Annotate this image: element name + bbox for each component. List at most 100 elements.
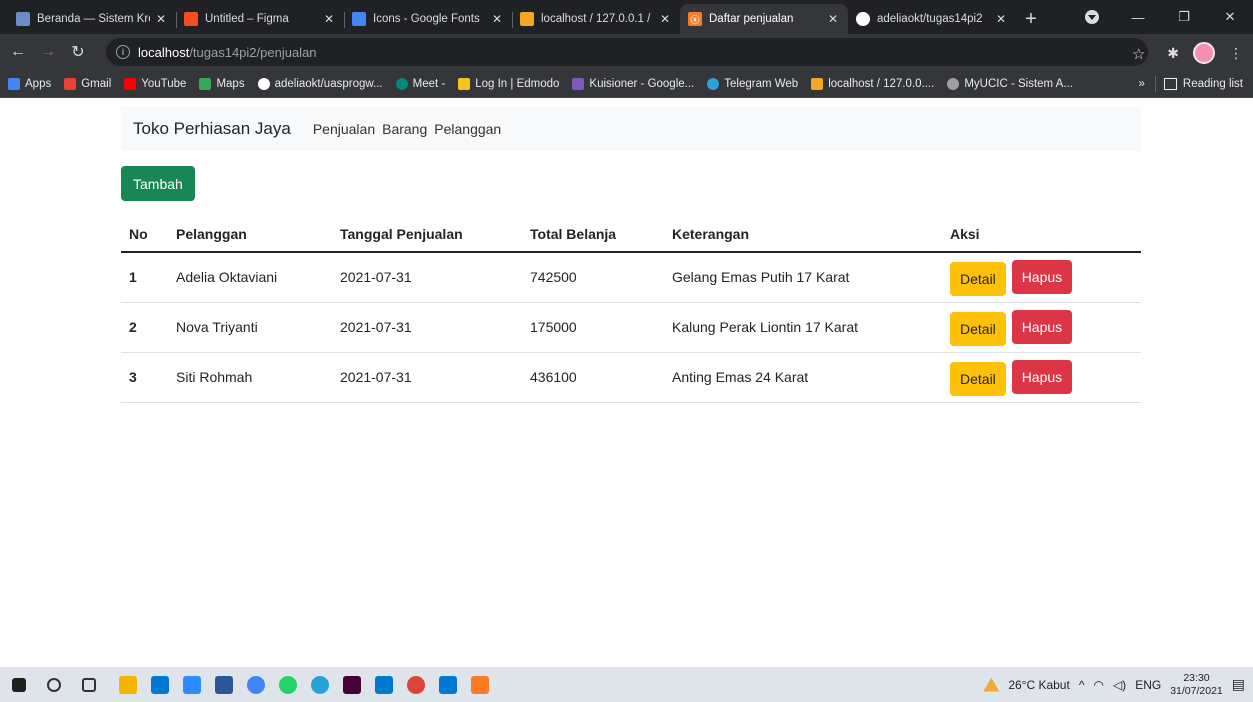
- row-number: 1: [121, 252, 168, 303]
- delete-button[interactable]: Hapus: [1011, 360, 1073, 394]
- maps-icon: [199, 77, 212, 90]
- profile-avatar[interactable]: [1193, 42, 1215, 64]
- menu-kebab-icon[interactable]: ⋮: [1229, 45, 1243, 62]
- clock-time: 23:30: [1183, 671, 1210, 684]
- chrome-active-icon[interactable]: [407, 675, 425, 694]
- clock-date: 31/07/2021: [1170, 684, 1223, 697]
- forward-arrow-icon[interactable]: →: [36, 43, 60, 61]
- close-icon[interactable]: ✕: [826, 12, 840, 26]
- extensions-puzzle-icon[interactable]: ✱: [1167, 45, 1179, 62]
- add-button[interactable]: Tambah: [121, 166, 195, 201]
- figma-icon: [184, 12, 198, 26]
- actions-cell: Detail Hapus: [942, 302, 1141, 353]
- tab-google-fonts[interactable]: Icons - Google Fonts ✕: [344, 4, 512, 34]
- bookmark-kuisioner[interactable]: Kuisioner - Google...: [572, 77, 695, 90]
- bookmark-github[interactable]: adeliaokt/uasprogw...: [257, 77, 383, 90]
- address-bar[interactable]: i localhost/tugas14pi2/penjualan: [106, 38, 1148, 66]
- minimize-icon[interactable]: —: [1115, 10, 1161, 25]
- tab-search-icon[interactable]: [1085, 10, 1099, 24]
- chevron-up-icon[interactable]: ^: [1079, 678, 1085, 692]
- bookmark-phpmyadmin[interactable]: localhost / 127.0.0....: [811, 77, 934, 90]
- bookmark-label: Kuisioner - Google...: [589, 77, 695, 90]
- zoom-icon[interactable]: [183, 675, 201, 694]
- bookmark-meet[interactable]: Meet -: [395, 77, 445, 90]
- detail-button[interactable]: Detail: [950, 262, 1006, 297]
- tab-title: Daftar penjualan: [709, 13, 794, 25]
- info-icon[interactable]: i: [116, 45, 130, 59]
- xampp-icon[interactable]: [471, 675, 489, 694]
- tab-phpmyadmin[interactable]: localhost / 127.0.0.1 / ✕: [512, 4, 680, 34]
- column-header-total: Total Belanja: [522, 216, 664, 253]
- new-tab-button[interactable]: +: [1016, 4, 1046, 34]
- delete-button[interactable]: Hapus: [1011, 260, 1073, 295]
- google-forms-icon: [572, 77, 585, 90]
- tab-title: localhost / 127.0.0.1 /: [541, 13, 651, 25]
- wifi-icon[interactable]: ◠: [1093, 678, 1103, 692]
- sales-table: No Pelanggan Tanggal Penjualan Total Bel…: [121, 216, 1141, 403]
- table-row: 1 Adelia Oktaviani 2021-07-31 742500 Gel…: [121, 252, 1141, 303]
- chrome-icon[interactable]: [247, 675, 265, 694]
- telegram-icon[interactable]: [311, 675, 329, 694]
- tab-daftar-penjualan[interactable]: ⓧ Daftar penjualan ✕: [680, 4, 848, 34]
- bookmark-youtube[interactable]: YouTube: [124, 77, 186, 90]
- close-icon[interactable]: ✕: [154, 12, 168, 26]
- youtube-icon: [124, 77, 137, 90]
- detail-button[interactable]: Detail: [950, 312, 1006, 346]
- tab-beranda[interactable]: Beranda — Sistem Kre ✕: [8, 4, 176, 34]
- close-icon[interactable]: ✕: [490, 12, 504, 26]
- notification-icon[interactable]: ▤: [1232, 676, 1245, 693]
- word-icon[interactable]: [215, 675, 233, 694]
- bookmark-apps[interactable]: Apps: [8, 77, 51, 90]
- clock[interactable]: 23:30 31/07/2021: [1170, 672, 1223, 698]
- nav-link-barang[interactable]: Barang: [382, 121, 427, 137]
- close-icon[interactable]: ✕: [994, 12, 1008, 26]
- nav-link-penjualan[interactable]: Penjualan: [313, 121, 375, 137]
- task-view-icon[interactable]: [82, 677, 96, 692]
- customer-name: Nova Triyanti: [168, 302, 332, 353]
- close-window-icon[interactable]: ✕: [1207, 9, 1253, 25]
- restore-icon[interactable]: ❐: [1161, 9, 1207, 25]
- bookmark-star-icon[interactable]: ☆: [1132, 45, 1145, 63]
- bookmark-label: Telegram Web: [724, 77, 799, 90]
- close-icon[interactable]: ✕: [658, 12, 672, 26]
- search-icon[interactable]: [47, 677, 61, 692]
- bookmark-label: Maps: [216, 77, 245, 90]
- detail-button[interactable]: Detail: [950, 362, 1006, 396]
- navbar-brand[interactable]: Toko Perhiasan Jaya: [133, 119, 291, 139]
- tab-figma[interactable]: Untitled – Figma ✕: [176, 4, 344, 34]
- bookmark-label: Gmail: [81, 77, 112, 90]
- bookmark-gmail[interactable]: Gmail: [64, 77, 112, 90]
- volume-icon[interactable]: ◁): [1113, 678, 1126, 692]
- reload-icon[interactable]: ↻: [66, 42, 90, 62]
- mail-icon[interactable]: [151, 675, 169, 694]
- bookmark-edmodo[interactable]: Log In | Edmodo: [458, 77, 559, 90]
- vscode-icon[interactable]: [375, 675, 393, 694]
- sale-date: 2021-07-31: [332, 352, 522, 403]
- description: Kalung Perak Liontin 17 Karat: [664, 302, 942, 353]
- tab-github[interactable]: adeliaokt/tugas14pi2 ✕: [848, 4, 1016, 34]
- windows-start-icon[interactable]: [12, 677, 26, 692]
- delete-button[interactable]: Hapus: [1011, 310, 1073, 344]
- table-header-row: No Pelanggan Tanggal Penjualan Total Bel…: [121, 216, 1141, 253]
- system-tray: 26°C Kabut ^ ◠ ◁) ENG 23:30 31/07/2021 ▤: [983, 667, 1245, 702]
- file-explorer-icon[interactable]: [119, 675, 137, 694]
- language-indicator[interactable]: ENG: [1135, 678, 1161, 692]
- bookmark-maps[interactable]: Maps: [199, 77, 245, 90]
- more-bookmarks-chevron-icon[interactable]: »: [1139, 78, 1145, 90]
- whatsapp-icon[interactable]: [279, 675, 297, 694]
- nav-link-pelanggan[interactable]: Pelanggan: [434, 121, 501, 137]
- adobe-xd-icon[interactable]: [343, 675, 361, 694]
- windows-taskbar: 26°C Kabut ^ ◠ ◁) ENG 23:30 31/07/2021 ▤: [0, 667, 1253, 702]
- column-header-tanggal: Tanggal Penjualan: [332, 216, 522, 253]
- photos-icon[interactable]: [439, 675, 457, 694]
- close-icon[interactable]: ✕: [322, 12, 336, 26]
- total-amount: 742500: [522, 252, 664, 303]
- bookmark-myucic[interactable]: MyUCIC - Sistem A...: [947, 77, 1073, 90]
- app-navbar: Toko Perhiasan Jaya Penjualan Barang Pel…: [121, 107, 1141, 151]
- weather-text[interactable]: 26°C Kabut: [1008, 678, 1070, 692]
- bookmark-telegram[interactable]: Telegram Web: [707, 77, 799, 90]
- reading-list-button[interactable]: Reading list: [1183, 78, 1243, 90]
- back-arrow-icon[interactable]: ←: [6, 43, 30, 61]
- actions-cell: Detail Hapus: [942, 352, 1141, 403]
- window-controls: — ❐ ✕: [1115, 0, 1253, 34]
